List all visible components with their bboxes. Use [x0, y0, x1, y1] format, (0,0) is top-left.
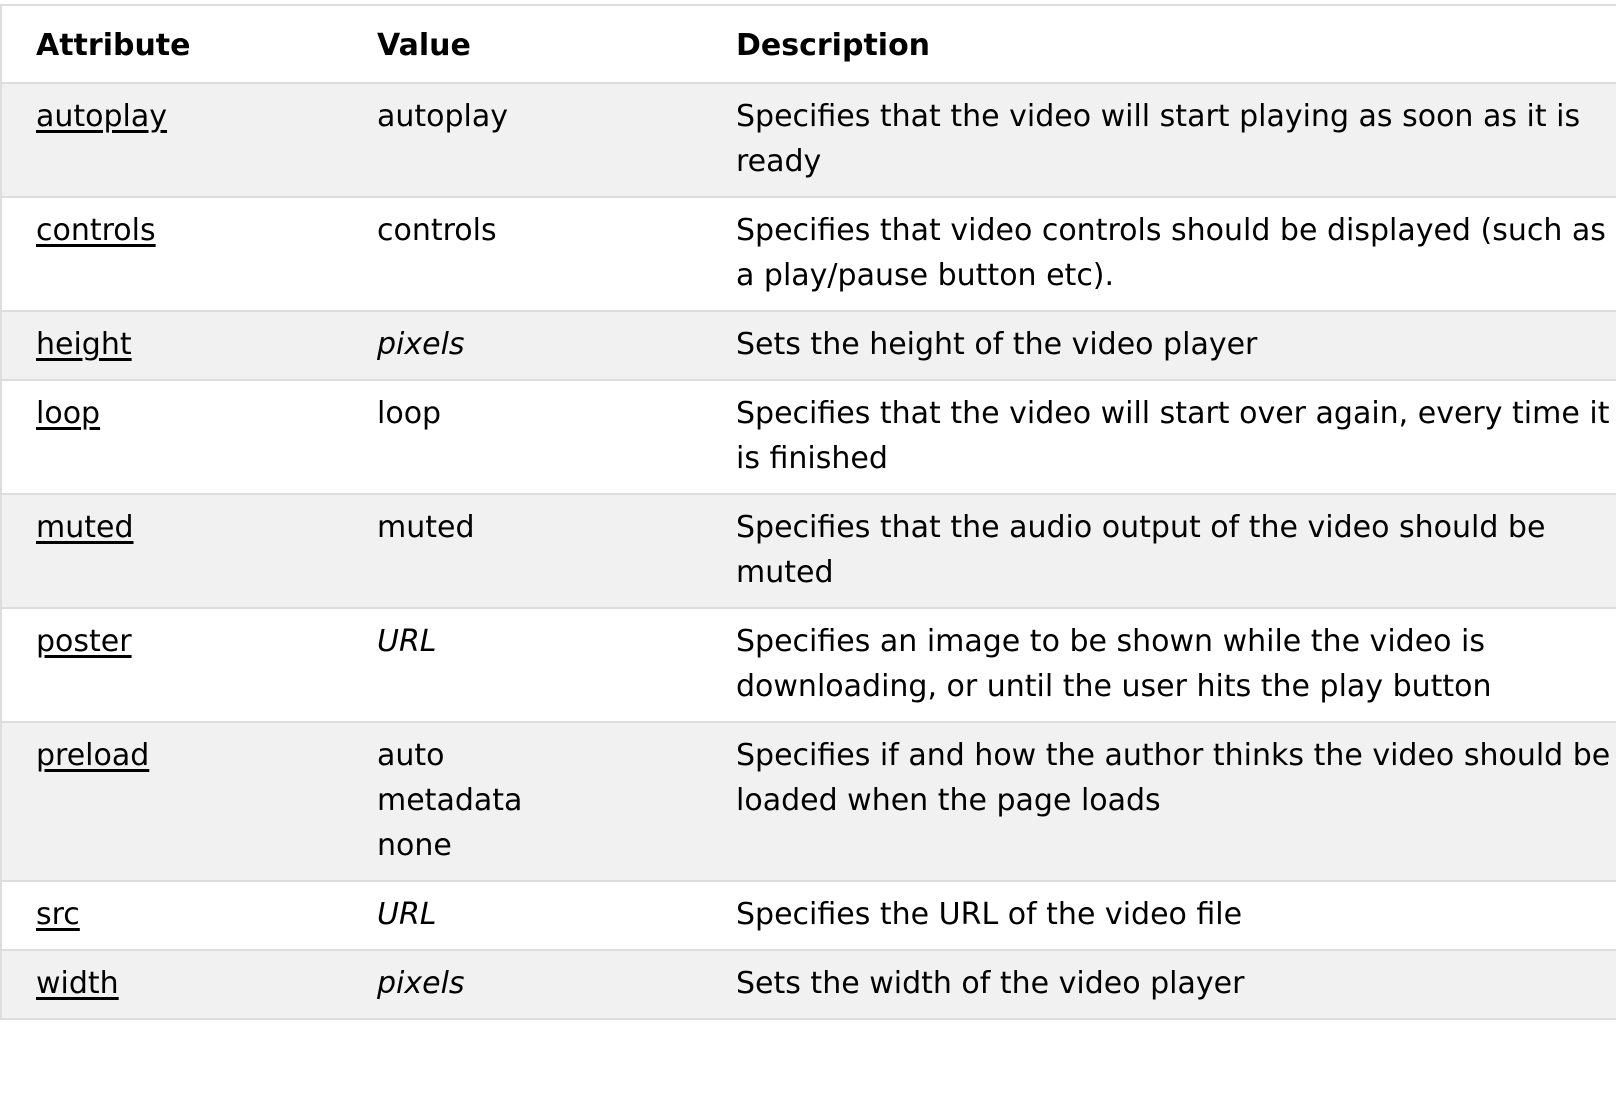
value-cell: URL: [377, 607, 736, 723]
description-cell: Sets the width of the video player: [736, 949, 1616, 1020]
table-body: autoplay autoplay Specifies that the video…: [0, 82, 1616, 1020]
value-text: metadata: [377, 783, 523, 818]
attribute-link-loop[interactable]: loop: [36, 396, 100, 431]
table-row: width pixels Sets the width of the video p…: [0, 949, 1616, 1020]
header-attribute: Attribute: [0, 4, 377, 84]
attribute-link-src[interactable]: src: [36, 897, 80, 932]
attribute-cell: preload: [0, 721, 377, 882]
description-cell: Specifies if and how the author thinks t…: [736, 721, 1616, 882]
table-row: poster URL Specifies an image to be shown …: [0, 607, 1616, 723]
value-text: loop: [377, 396, 442, 431]
description-cell: Sets the height of the video player: [736, 310, 1616, 381]
header-value: Value: [377, 4, 736, 84]
header-description: Description: [736, 4, 1616, 84]
value-cell: autoplay: [377, 82, 736, 198]
value-cell: muted: [377, 493, 736, 609]
description-cell: Specifies that the video will start play…: [736, 82, 1616, 198]
attribute-cell: loop: [0, 379, 377, 495]
value-text: URL: [377, 897, 437, 932]
attribute-link-width[interactable]: width: [36, 966, 119, 1001]
table-row: autoplay autoplay Specifies that the video…: [0, 82, 1616, 198]
value-text: pixels: [377, 327, 465, 362]
attribute-cell: muted: [0, 493, 377, 609]
description-cell: Specifies the URL of the video file: [736, 880, 1616, 951]
table-row: controls controls Specifies that video con…: [0, 196, 1616, 312]
value-text: muted: [377, 510, 475, 545]
description-cell: Specifies an image to be shown while the…: [736, 607, 1616, 723]
table-row: src URL Specifies the URL of the video fil…: [0, 880, 1616, 951]
table-row: preload auto metadata none Specifies if and …: [0, 721, 1616, 882]
value-cell: pixels: [377, 310, 736, 381]
attribute-link-controls[interactable]: controls: [36, 213, 156, 248]
attribute-link-preload[interactable]: preload: [36, 738, 149, 773]
value-cell: controls: [377, 196, 736, 312]
attribute-reference-table: Attribute Value Description autoplay auto…: [0, 4, 1616, 1020]
table-row: loop loop Specifies that the video will st…: [0, 379, 1616, 495]
value-cell: URL: [377, 880, 736, 951]
value-cell: loop: [377, 379, 736, 495]
attribute-cell: controls: [0, 196, 377, 312]
attribute-link-autoplay[interactable]: autoplay: [36, 99, 167, 134]
table-header-row: Attribute Value Description: [0, 4, 1616, 84]
value-cell: auto metadata none: [377, 721, 736, 882]
attribute-cell: autoplay: [0, 82, 377, 198]
attribute-link-height[interactable]: height: [36, 327, 132, 362]
table-row: height pixels Sets the height of the video…: [0, 310, 1616, 381]
description-cell: Specifies that video controls should be …: [736, 196, 1616, 312]
attribute-link-muted[interactable]: muted: [36, 510, 134, 545]
value-text: URL: [377, 624, 437, 659]
attribute-cell: height: [0, 310, 377, 381]
value-text: autoplay: [377, 99, 509, 134]
value-text: controls: [377, 213, 497, 248]
attribute-link-poster[interactable]: poster: [36, 624, 132, 659]
page: Attribute Value Description autoplay auto…: [0, 0, 1616, 1108]
attribute-cell: width: [0, 949, 377, 1020]
description-cell: Specifies that the audio output of the v…: [736, 493, 1616, 609]
attribute-cell: poster: [0, 607, 377, 723]
attribute-cell: src: [0, 880, 377, 951]
value-text: pixels: [377, 966, 465, 1001]
table-row: muted muted Specifies that the audio outpu…: [0, 493, 1616, 609]
value-cell: pixels: [377, 949, 736, 1020]
value-text: auto: [377, 738, 445, 773]
description-cell: Specifies that the video will start over…: [736, 379, 1616, 495]
value-text: none: [377, 828, 452, 863]
